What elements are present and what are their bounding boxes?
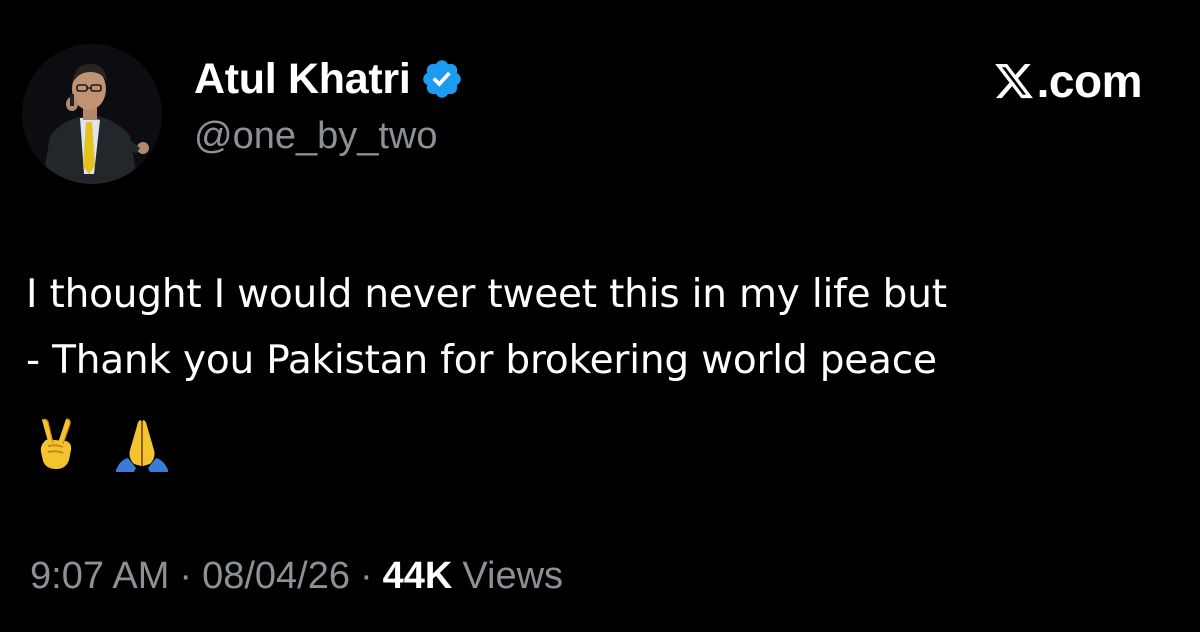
- meta-separator: ·: [179, 555, 193, 597]
- victory-hand-icon: [40, 418, 72, 469]
- tweet-card: Atul Khatri @one_by_two .com I thought I…: [0, 0, 1200, 632]
- emoji-row: [32, 414, 170, 474]
- tweet-text: I thought I would never tweet this in my…: [26, 262, 1186, 394]
- views-label: Views: [462, 555, 564, 597]
- display-name[interactable]: Atul Khatri: [194, 55, 411, 104]
- handle[interactable]: @one_by_two: [194, 115, 438, 158]
- x-logo-icon: [994, 63, 1033, 99]
- timestamp[interactable]: 9:07 AM: [30, 555, 169, 598]
- avatar-image: [22, 44, 162, 184]
- display-name-row: Atul Khatri: [194, 52, 464, 106]
- post-date[interactable]: 08/04/26: [202, 555, 350, 598]
- tweet-line-2: - Thank you Pakistan for brokering world…: [26, 338, 937, 383]
- folded-hands-icon: [116, 420, 168, 472]
- verified-badge-icon: [423, 60, 462, 98]
- brand-domain: .com: [1036, 55, 1143, 107]
- tweet-meta: 9:07 AM · 08/04/26 · 44K Views: [30, 555, 563, 598]
- meta-separator: ·: [360, 555, 373, 597]
- avatar[interactable]: [22, 44, 162, 184]
- brand-mark: .com: [993, 54, 1143, 108]
- views-count[interactable]: 44K: [383, 555, 453, 598]
- tweet-line-1: I thought I would never tweet this in my…: [26, 272, 947, 317]
